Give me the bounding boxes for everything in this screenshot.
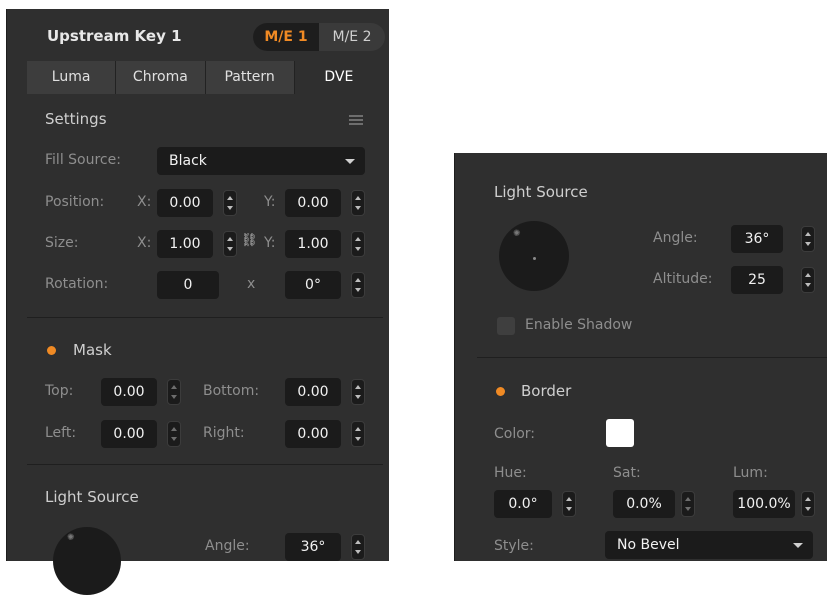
size-y-field[interactable]: 1.00	[285, 230, 341, 258]
light-angle-stepper[interactable]	[351, 534, 365, 560]
light-source-heading: Light Source	[494, 183, 588, 201]
mask-right-stepper[interactable]	[351, 421, 365, 447]
divider	[477, 357, 827, 358]
size-label: Size:	[45, 235, 79, 251]
border-sat-label: Sat:	[613, 465, 641, 481]
mask-left-stepper[interactable]	[167, 421, 181, 447]
size-x-stepper[interactable]	[223, 231, 237, 257]
position-y-label: Y:	[264, 194, 276, 210]
fill-source-dropdown[interactable]: Black	[157, 147, 365, 175]
light-altitude-label: Altitude:	[653, 271, 713, 287]
upstream-key-panel: Upstream Key 1 M/E 1 M/E 2 Luma Chroma P…	[6, 9, 389, 595]
light-altitude-stepper[interactable]	[801, 267, 815, 293]
border-hue-field[interactable]: 0.0°	[494, 490, 552, 518]
link-icon[interactable]: ⛓	[241, 233, 258, 248]
light-source-heading: Light Source	[45, 488, 139, 506]
position-label: Position:	[45, 194, 105, 210]
size-y-stepper[interactable]	[351, 231, 365, 257]
dve-detail-panel: Light Source ✺ Angle: 36° Altitude: 25 E…	[454, 153, 827, 561]
size-x-label: X:	[137, 235, 152, 251]
light-angle-field[interactable]: 36°	[731, 225, 783, 253]
tab-dve[interactable]: DVE	[294, 61, 383, 94]
me2-button[interactable]: M/E 2	[319, 23, 385, 51]
rotation-label: Rotation:	[45, 276, 109, 292]
light-angle-label: Angle:	[205, 538, 250, 554]
enable-shadow-checkbox[interactable]	[497, 317, 515, 335]
mask-top-label: Top:	[45, 383, 74, 399]
size-x-field[interactable]: 1.00	[157, 230, 213, 258]
me-selector: M/E 1 M/E 2	[253, 23, 385, 51]
border-style-label: Style:	[494, 538, 534, 554]
border-sat-field[interactable]: 0.0%	[613, 490, 675, 518]
position-x-field[interactable]: 0.00	[157, 189, 213, 217]
mask-heading: Mask	[73, 341, 112, 359]
divider	[27, 464, 383, 465]
mask-enable-indicator[interactable]	[47, 346, 56, 355]
enable-shadow-label: Enable Shadow	[525, 317, 633, 333]
mask-bottom-label: Bottom:	[203, 383, 260, 399]
mask-right-label: Right:	[203, 425, 245, 441]
tab-pattern[interactable]: Pattern	[205, 61, 295, 94]
border-color-swatch[interactable]	[606, 419, 634, 447]
chevron-down-icon	[345, 159, 355, 164]
light-altitude-field[interactable]: 25	[731, 266, 783, 294]
mask-left-label: Left:	[45, 425, 77, 441]
sun-icon: ✺	[513, 229, 521, 239]
position-y-stepper[interactable]	[351, 190, 365, 216]
mask-top-stepper[interactable]	[167, 379, 181, 405]
border-enable-indicator[interactable]	[496, 387, 505, 396]
border-color-label: Color:	[494, 426, 536, 442]
border-lum-field[interactable]: 100.0%	[733, 490, 795, 518]
mask-bottom-field[interactable]: 0.00	[285, 378, 341, 406]
key-type-tabs: Luma Chroma Pattern DVE	[27, 61, 383, 94]
me1-button[interactable]: M/E 1	[253, 23, 319, 51]
border-sat-stepper[interactable]	[681, 491, 695, 517]
mask-left-field[interactable]: 0.00	[101, 420, 157, 448]
position-y-field[interactable]: 0.00	[285, 189, 341, 217]
divider	[27, 317, 383, 318]
tab-luma[interactable]: Luma	[27, 61, 117, 94]
settings-heading: Settings	[45, 110, 107, 128]
panel-title: Upstream Key 1	[47, 27, 182, 45]
fill-source-value: Black	[169, 153, 207, 169]
rotation-stepper[interactable]	[351, 272, 365, 298]
rotation-multiplier: x	[247, 276, 256, 292]
chevron-down-icon	[793, 543, 803, 548]
light-angle-knob[interactable]: ✺	[499, 221, 569, 291]
border-lum-label: Lum:	[733, 465, 768, 481]
sun-icon: ✺	[67, 533, 75, 543]
position-x-stepper[interactable]	[223, 190, 237, 216]
position-x-label: X:	[137, 194, 152, 210]
border-lum-stepper[interactable]	[801, 491, 815, 517]
light-angle-field[interactable]: 36°	[285, 533, 341, 561]
light-angle-stepper[interactable]	[801, 226, 815, 252]
light-angle-knob[interactable]: ✺	[53, 527, 121, 595]
fill-source-label: Fill Source:	[45, 152, 121, 168]
border-style-dropdown[interactable]: No Bevel	[605, 531, 813, 559]
rotation-turns-field[interactable]: 0	[157, 271, 219, 299]
knob-center	[533, 257, 536, 260]
border-hue-label: Hue:	[494, 465, 527, 481]
tab-chroma[interactable]: Chroma	[116, 61, 206, 94]
border-heading: Border	[521, 382, 572, 400]
size-y-label: Y:	[264, 235, 276, 251]
mask-right-field[interactable]: 0.00	[285, 420, 341, 448]
rotation-degrees-field[interactable]: 0°	[285, 271, 341, 299]
border-style-value: No Bevel	[617, 537, 680, 553]
mask-bottom-stepper[interactable]	[351, 379, 365, 405]
border-hue-stepper[interactable]	[562, 491, 576, 517]
mask-top-field[interactable]: 0.00	[101, 378, 157, 406]
menu-icon[interactable]	[349, 115, 363, 125]
light-angle-label: Angle:	[653, 230, 698, 246]
